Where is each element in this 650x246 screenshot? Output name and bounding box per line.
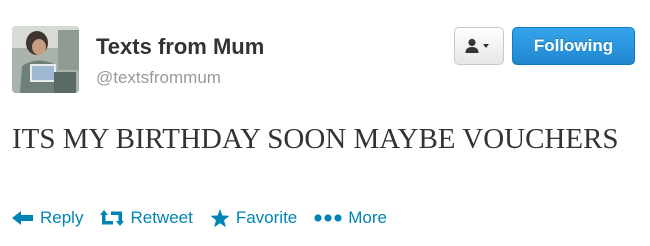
more-label: More: [348, 208, 387, 227]
star-icon: [210, 208, 230, 227]
reply-action[interactable]: Reply: [12, 208, 83, 228]
tweet-card: Texts from Mum @textsfrommum Following I…: [0, 0, 650, 246]
following-button[interactable]: Following: [512, 27, 635, 65]
retweet-label: Retweet: [130, 208, 193, 227]
reply-label: Reply: [40, 208, 84, 227]
more-action[interactable]: More: [314, 208, 387, 228]
reply-icon: [12, 211, 33, 225]
favorite-action[interactable]: Favorite: [210, 208, 297, 228]
user-dropdown-icon: [465, 38, 489, 53]
tweet-actions: Reply Retweet Favorite More: [12, 208, 404, 228]
display-name[interactable]: Texts from Mum: [96, 34, 264, 60]
avatar[interactable]: [12, 26, 79, 93]
screen-name[interactable]: @textsfrommum: [96, 68, 221, 88]
user-actions-dropdown[interactable]: [454, 27, 504, 65]
avatar-photo: [12, 26, 79, 93]
ellipsis-icon: [314, 214, 342, 222]
retweet-action[interactable]: Retweet: [100, 208, 193, 228]
tweet-text: ITS MY BIRTHDAY SOON MAYBE VOUCHERS: [12, 123, 619, 155]
favorite-label: Favorite: [235, 208, 298, 227]
retweet-icon: [100, 210, 125, 226]
